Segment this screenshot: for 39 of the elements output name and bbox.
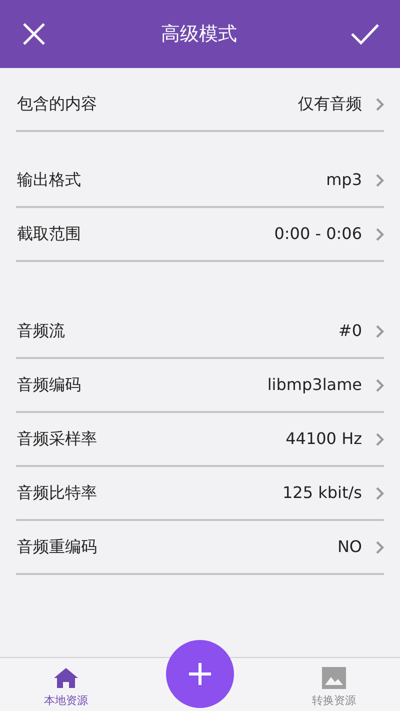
setting-row[interactable]: 输出格式 mp3 xyxy=(16,154,384,208)
setting-label: 音频流 xyxy=(16,320,65,342)
setting-label: 音频采样率 xyxy=(16,428,97,450)
image-icon xyxy=(322,666,346,688)
setting-row[interactable]: 音频重编码 NO xyxy=(16,521,384,575)
setting-value: 0:00 - 0:06 xyxy=(274,223,362,245)
nav-tab[interactable]: 本地资源 xyxy=(26,658,106,711)
chevron-right-icon xyxy=(376,174,384,186)
setting-row[interactable]: 音频编码 libmp3lame xyxy=(16,359,384,413)
checkmark-icon xyxy=(351,23,379,45)
chevron-right-icon xyxy=(376,432,384,446)
chevron-right-icon xyxy=(376,378,384,392)
page-title: 高级模式 xyxy=(161,22,237,47)
setting-value: 44100 Hz xyxy=(286,428,362,450)
setting-label: 音频编码 xyxy=(16,374,81,396)
setting-value: libmp3lame xyxy=(267,374,362,396)
setting-label: 音频比特率 xyxy=(16,482,97,504)
setting-value: 125 kbit/s xyxy=(282,482,362,504)
chevron-right-icon xyxy=(376,98,384,110)
setting-row[interactable]: 截取范围 0:00 - 0:06 xyxy=(16,208,384,262)
setting-value: #0 xyxy=(338,320,362,342)
setting-value: mp3 xyxy=(326,169,362,191)
setting-value: NO xyxy=(337,536,362,558)
setting-label: 音频重编码 xyxy=(16,536,97,558)
setting-value: 仅有音频 xyxy=(298,93,362,115)
setting-label: 包含的内容 xyxy=(16,93,97,115)
chevron-right-icon xyxy=(376,324,384,338)
chevron-right-icon xyxy=(376,540,384,554)
setting-label: 截取范围 xyxy=(16,223,81,245)
setting-row[interactable]: 包含的内容 仅有音频 xyxy=(16,78,384,132)
chevron-right-icon xyxy=(376,228,384,240)
setting-row[interactable]: 音频采样率 44100 Hz xyxy=(16,413,384,467)
chevron-right-icon xyxy=(376,486,384,500)
home-icon xyxy=(53,666,79,688)
setting-row[interactable]: 音频比特率 125 kbit/s xyxy=(16,467,384,521)
setting-row[interactable]: 音频流 #0 xyxy=(16,305,384,359)
plus-icon xyxy=(189,663,211,685)
setting-label: 输出格式 xyxy=(16,169,81,191)
close-icon xyxy=(22,22,46,46)
